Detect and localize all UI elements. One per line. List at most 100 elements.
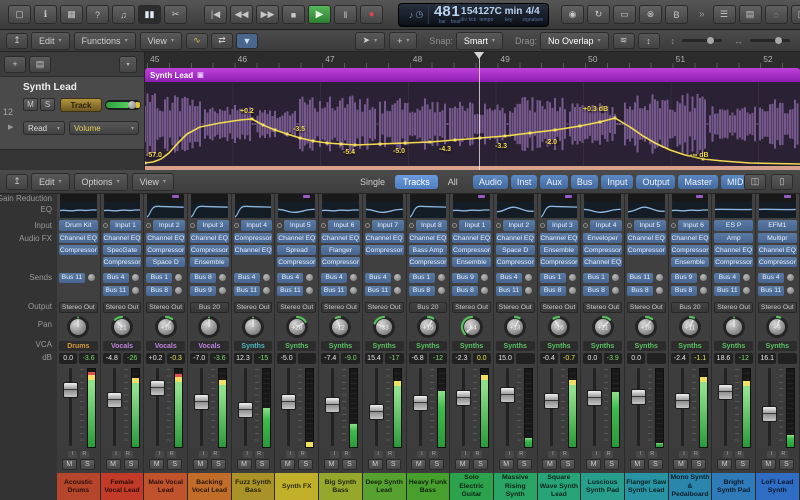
mute-button[interactable]: M xyxy=(105,459,121,470)
eq-thumbnail[interactable] xyxy=(322,202,359,218)
record-enable-button[interactable]: R xyxy=(647,450,657,458)
quick-help-icon[interactable]: ? xyxy=(86,5,109,24)
channel-nameplate[interactable]: Solo Electric Guitar xyxy=(450,473,493,500)
pan-knob[interactable]: -16 xyxy=(540,315,579,339)
vca-group-label[interactable]: Synths xyxy=(670,341,710,351)
pan-knob[interactable] xyxy=(714,315,753,339)
apple-loops-icon[interactable]: ◌ xyxy=(764,5,788,24)
record-enable-button[interactable]: R xyxy=(429,450,439,458)
fx-slot-1[interactable]: Channel EQ xyxy=(495,233,535,243)
record-enable-button[interactable]: R xyxy=(604,450,614,458)
fx-slot-2[interactable]: Space D xyxy=(495,245,535,255)
channel-nameplate[interactable]: Big Synth Bass xyxy=(319,473,362,500)
eq-thumbnail[interactable] xyxy=(278,202,316,218)
tab-single[interactable]: Single xyxy=(352,175,393,189)
input-monitor-button[interactable]: I xyxy=(329,450,339,458)
fader-cap[interactable] xyxy=(499,386,515,403)
output-button[interactable]: Stereo Out xyxy=(452,302,491,313)
send-bus-button[interactable]: Bus 9 xyxy=(190,285,217,296)
fx-slot-2[interactable]: Channel EQ xyxy=(758,245,797,255)
input-monitor-button[interactable]: I xyxy=(67,450,77,458)
fader-cap[interactable] xyxy=(150,380,166,397)
output-button[interactable]: Bus 20 xyxy=(670,302,710,313)
fx-slot-3[interactable]: Space D xyxy=(146,257,186,267)
pan-knob[interactable]: -21 xyxy=(103,315,142,339)
volume-db-value[interactable]: -2.4 xyxy=(670,353,689,364)
fx-slot-1[interactable]: Channel EQ xyxy=(539,233,579,243)
eq-thumbnail[interactable] xyxy=(59,202,97,218)
strip-narrow-view-icon[interactable]: ◫ xyxy=(744,173,766,190)
fx-slot-2[interactable]: Flanger xyxy=(321,245,360,255)
pan-knob[interactable] xyxy=(59,315,98,339)
track-sort-dropdown[interactable]: ▾ xyxy=(119,55,137,73)
fx-slot-3[interactable]: Compressor xyxy=(758,257,797,267)
pan-knob[interactable] xyxy=(190,315,229,339)
vca-group-label[interactable]: Synths xyxy=(539,341,579,351)
mute-button[interactable]: M xyxy=(192,459,208,470)
channel-nameplate[interactable]: Deep Synth Lead xyxy=(362,473,406,500)
smart-controls-icon[interactable]: ▦ xyxy=(60,5,83,24)
input-monitor-icon[interactable] xyxy=(102,223,108,228)
send-level-knob[interactable] xyxy=(655,287,663,294)
solo-button[interactable]: S xyxy=(560,459,576,470)
mute-button[interactable]: M xyxy=(280,459,296,470)
input-monitor-icon[interactable] xyxy=(364,223,370,228)
vca-group-label[interactable]: Vocals xyxy=(190,341,229,351)
input-monitor-button[interactable]: I xyxy=(111,450,121,458)
send-bus-button[interactable]: Bus 4 xyxy=(758,272,784,283)
input-monitor-button[interactable]: I xyxy=(286,450,296,458)
solo-button[interactable]: S xyxy=(385,459,401,470)
rewind-button[interactable]: ◀◀ xyxy=(230,5,253,24)
record-enable-button[interactable]: R xyxy=(210,450,220,458)
solo-button[interactable]: S xyxy=(778,459,794,470)
input-monitor-icon[interactable] xyxy=(539,223,545,228)
output-button[interactable]: Bus 20 xyxy=(408,302,448,313)
input-monitor-icon[interactable] xyxy=(626,223,632,228)
audio-region-synth-lead[interactable]: Synth Lead ▣ -57.0 +0.2 -3.5 -5.4 -5.0 -4.3 -3… xyxy=(145,68,800,170)
record-enable-button[interactable]: R xyxy=(735,450,745,458)
fx-slot-2[interactable]: Compressor xyxy=(59,245,98,255)
send-bus-button[interactable]: Bus 4 xyxy=(233,272,260,283)
input-slot-button[interactable]: Input 6 xyxy=(677,220,710,231)
fader-cap[interactable] xyxy=(630,389,646,406)
mixer-icon[interactable]: ▮▮ xyxy=(138,5,161,24)
input-monitor-button[interactable]: I xyxy=(635,450,645,458)
channel-nameplate[interactable]: Synth FX xyxy=(275,473,319,500)
solo-button[interactable]: S xyxy=(254,459,270,470)
send-level-knob[interactable] xyxy=(699,274,707,281)
input-slot-button[interactable]: Input 3 xyxy=(197,220,229,231)
send-bus-button[interactable]: Bus 11 xyxy=(102,285,129,296)
stop-button[interactable]: ■ xyxy=(282,5,305,24)
record-button[interactable]: ● xyxy=(360,5,383,24)
eq-thumbnail[interactable] xyxy=(496,202,534,218)
tab-all[interactable]: All xyxy=(440,175,466,189)
disclosure-triangle-icon[interactable]: ▶ xyxy=(8,123,13,131)
output-button[interactable]: Stereo Out xyxy=(102,302,142,313)
vertical-zoom-slider[interactable] xyxy=(682,37,722,44)
note-pads-icon[interactable]: ▤ xyxy=(738,5,762,24)
send-level-knob[interactable] xyxy=(699,287,707,294)
fader-cap[interactable] xyxy=(237,402,253,419)
lcd-field-bar[interactable]: 48 bar xyxy=(434,4,451,25)
waveform-zoom-icon[interactable]: ≋ xyxy=(612,32,635,49)
eq-thumbnail[interactable] xyxy=(584,202,621,218)
send-bus-button[interactable]: Bus 8 xyxy=(408,285,435,296)
channel-nameplate[interactable]: Bright Synth Pad xyxy=(712,473,755,500)
send-bus-button[interactable]: Bus 11 xyxy=(233,285,260,296)
solo-button[interactable]: S xyxy=(79,459,95,470)
input-slot-button[interactable]: Input 8 xyxy=(415,220,448,231)
fx-slot-1[interactable]: Channel EQ xyxy=(321,233,360,243)
send-level-knob[interactable] xyxy=(612,274,620,281)
fx-slot-1[interactable]: Enveloper xyxy=(583,233,622,243)
mute-button[interactable]: M xyxy=(411,459,427,470)
vca-group-label[interactable]: Vocals xyxy=(146,341,186,351)
input-slot-button[interactable]: Drum Kit xyxy=(59,220,98,231)
eq-thumbnail[interactable] xyxy=(671,202,709,218)
fx-slot-2[interactable]: Channel EQ xyxy=(233,245,273,255)
fader-cap[interactable] xyxy=(106,391,122,408)
fader-cap[interactable] xyxy=(762,406,777,423)
send-level-knob[interactable] xyxy=(524,287,532,294)
mixer-view-menu[interactable]: View ▾ xyxy=(131,172,174,191)
pan-knob[interactable]: -33 xyxy=(365,315,404,339)
fx-slot-1[interactable]: Channel EQ xyxy=(102,233,142,243)
